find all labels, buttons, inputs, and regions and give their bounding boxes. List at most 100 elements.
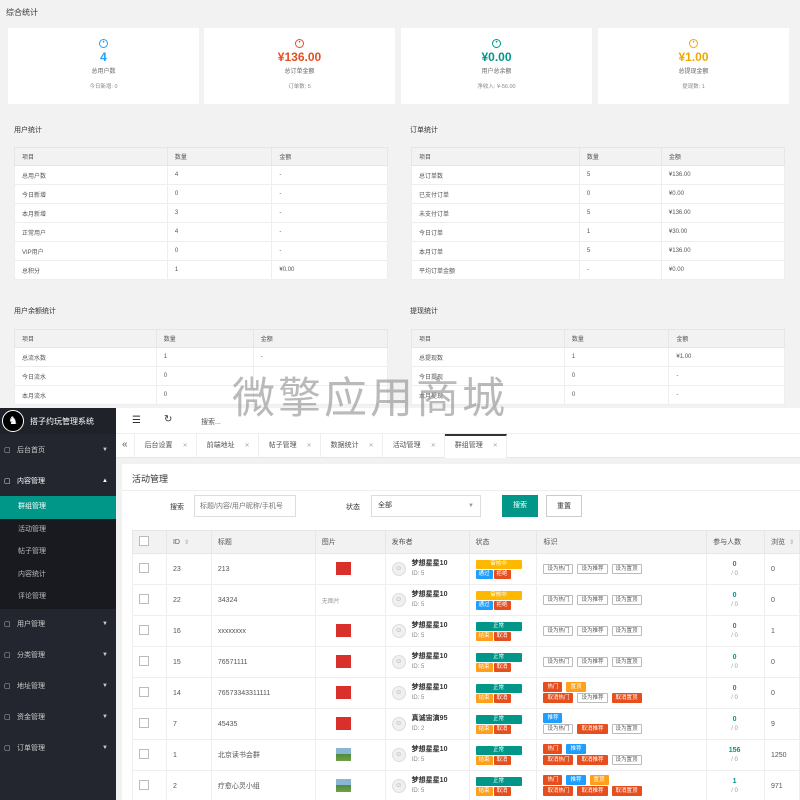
search-input[interactable] [194,495,296,517]
status-action-button[interactable]: 取消 [493,725,511,734]
column-header[interactable]: 浏览 ⇕ [763,530,800,554]
mark-button[interactable]: 推荐 [566,775,586,785]
close-icon[interactable]: ✕ [183,443,188,449]
mark-button[interactable]: 置顶 [589,775,609,785]
status-action-button[interactable]: 结束 [475,663,493,672]
sidebar-item[interactable]: ▢ 内容管理 ▲ [0,465,116,496]
tab[interactable]: 后台设置 ✕ [135,434,197,458]
status-action-button[interactable]: 取消 [493,756,511,765]
mark-button[interactable]: 置顶 [566,682,586,692]
close-icon[interactable]: ✕ [431,443,436,449]
status-action-button[interactable]: 拒绝 [493,601,511,610]
mark-button[interactable]: 设为推荐 [577,693,608,703]
mark-button[interactable]: 设为热门 [543,594,574,605]
status-action-button[interactable]: 结束 [475,787,493,796]
mark-button[interactable]: 设为置顶 [611,563,642,574]
row-checkbox[interactable] [139,780,149,790]
mark-button[interactable]: 设为置顶 [611,625,642,636]
row-checkbox[interactable] [139,594,149,604]
mark-button[interactable]: 取消热门 [543,755,574,765]
row-checkbox[interactable] [139,718,149,728]
row-checkbox[interactable] [139,656,149,666]
mark-button[interactable]: 取消推荐 [577,786,608,796]
mark-button[interactable]: 设为推荐 [577,563,608,574]
sort-icon[interactable]: ⇕ [184,540,189,546]
refresh-icon[interactable]: ↻ [164,414,172,425]
mark-button[interactable]: 设为推荐 [577,625,608,636]
status-select[interactable]: 全部 ▼ [371,495,481,517]
close-icon[interactable]: ✕ [245,443,250,449]
status-action-button[interactable]: 结束 [475,756,493,765]
sidebar-subitem[interactable]: 活动管理 [0,519,116,542]
tab[interactable]: 帖子管理 ✕ [259,434,321,458]
column-header[interactable]: ID ⇕ [165,530,212,554]
thumbnail-image[interactable] [335,685,351,699]
status-action-button[interactable]: 取消 [493,632,511,641]
mark-button[interactable]: 取消热门 [543,693,574,703]
close-icon[interactable]: ✕ [493,443,498,449]
mark-button[interactable]: 热门 [543,682,563,692]
sort-icon[interactable]: ⇕ [789,540,794,546]
mark-button[interactable]: 设为热门 [543,563,574,574]
status-action-button[interactable]: 取消 [493,694,511,703]
mark-button[interactable]: 设为置顶 [611,594,642,605]
close-icon[interactable]: ✕ [307,443,312,449]
tab[interactable]: 活动管理 ✕ [383,434,445,458]
sidebar-item[interactable]: ▢ 后台首页 ▼ [0,434,116,465]
row-checkbox[interactable] [139,687,149,697]
thumbnail-image[interactable] [335,747,351,761]
status-action-button[interactable]: 取消 [493,663,511,672]
topbar-search[interactable]: 搜索... [201,417,221,427]
mark-button[interactable]: 设为推荐 [577,594,608,605]
close-icon[interactable]: ✕ [369,443,374,449]
sidebar-item[interactable]: ▢ 资金管理 ▼ [0,702,116,733]
status-action-button[interactable]: 结束 [475,694,493,703]
sidebar-item[interactable]: ▢ 订单管理 ▼ [0,733,116,764]
mark-button[interactable]: 设为热门 [543,656,574,667]
mark-button[interactable]: 取消推荐 [577,755,608,765]
mark-button[interactable]: 热门 [543,775,563,785]
mark-button[interactable]: 设为置顶 [611,656,642,667]
status-action-button[interactable]: 结束 [475,725,493,734]
thumbnail-image[interactable] [335,623,351,637]
row-checkbox[interactable] [139,749,149,759]
sidebar-item[interactable]: ▢ 地址管理 ▼ [0,671,116,702]
sidebar-subitem[interactable]: 群组管理 [0,496,116,519]
row-checkbox[interactable] [139,563,149,573]
sidebar-subitem[interactable]: 评论管理 [0,586,116,609]
mark-button[interactable]: 取消推荐 [577,724,608,734]
thumbnail-image[interactable] [335,654,351,668]
thumbnail-image[interactable] [335,561,351,575]
mark-button[interactable]: 热门 [543,744,563,754]
menu-toggle-icon[interactable]: ☰ [132,415,141,426]
tabs-back-icon[interactable]: « [116,434,135,458]
row-checkbox[interactable] [139,625,149,635]
mark-button[interactable]: 设为置顶 [611,755,642,765]
thumbnail-image[interactable] [335,778,351,792]
thumbnail-image[interactable] [335,716,351,730]
status-action-button[interactable]: 通过 [475,601,493,610]
sidebar-item[interactable]: ▢ 分类管理 ▼ [0,640,116,671]
mark-button[interactable]: 设为置顶 [611,724,642,734]
sidebar-subitem[interactable]: 帖子管理 [0,541,116,564]
mark-button[interactable]: 推荐 [566,744,586,754]
mark-button[interactable]: 取消置顶 [611,693,642,703]
search-button[interactable]: 搜索 [502,495,538,517]
sidebar-item[interactable]: ▢ 用户管理 ▼ [0,609,116,640]
select-all-checkbox[interactable] [139,536,149,546]
mark-button[interactable]: 设为推荐 [577,656,608,667]
tab[interactable]: 前端地址 ✕ [197,434,259,458]
status-action-button[interactable]: 拒绝 [493,570,511,579]
mark-button[interactable]: 设为热门 [543,625,574,636]
mark-button[interactable]: 取消置顶 [611,786,642,796]
mark-button[interactable]: 设为热门 [543,724,574,734]
reset-button[interactable]: 重置 [546,495,582,517]
status-action-button[interactable]: 结束 [475,632,493,641]
tab[interactable]: 群组管理 ✕ [444,434,507,458]
status-action-button[interactable]: 通过 [475,570,493,579]
sidebar-subitem[interactable]: 内容统计 [0,564,116,587]
mark-button[interactable]: 取消热门 [543,786,574,796]
status-action-button[interactable]: 取消 [493,787,511,796]
tab[interactable]: 数据统计 ✕ [321,434,383,458]
mark-button[interactable]: 推荐 [543,713,563,723]
